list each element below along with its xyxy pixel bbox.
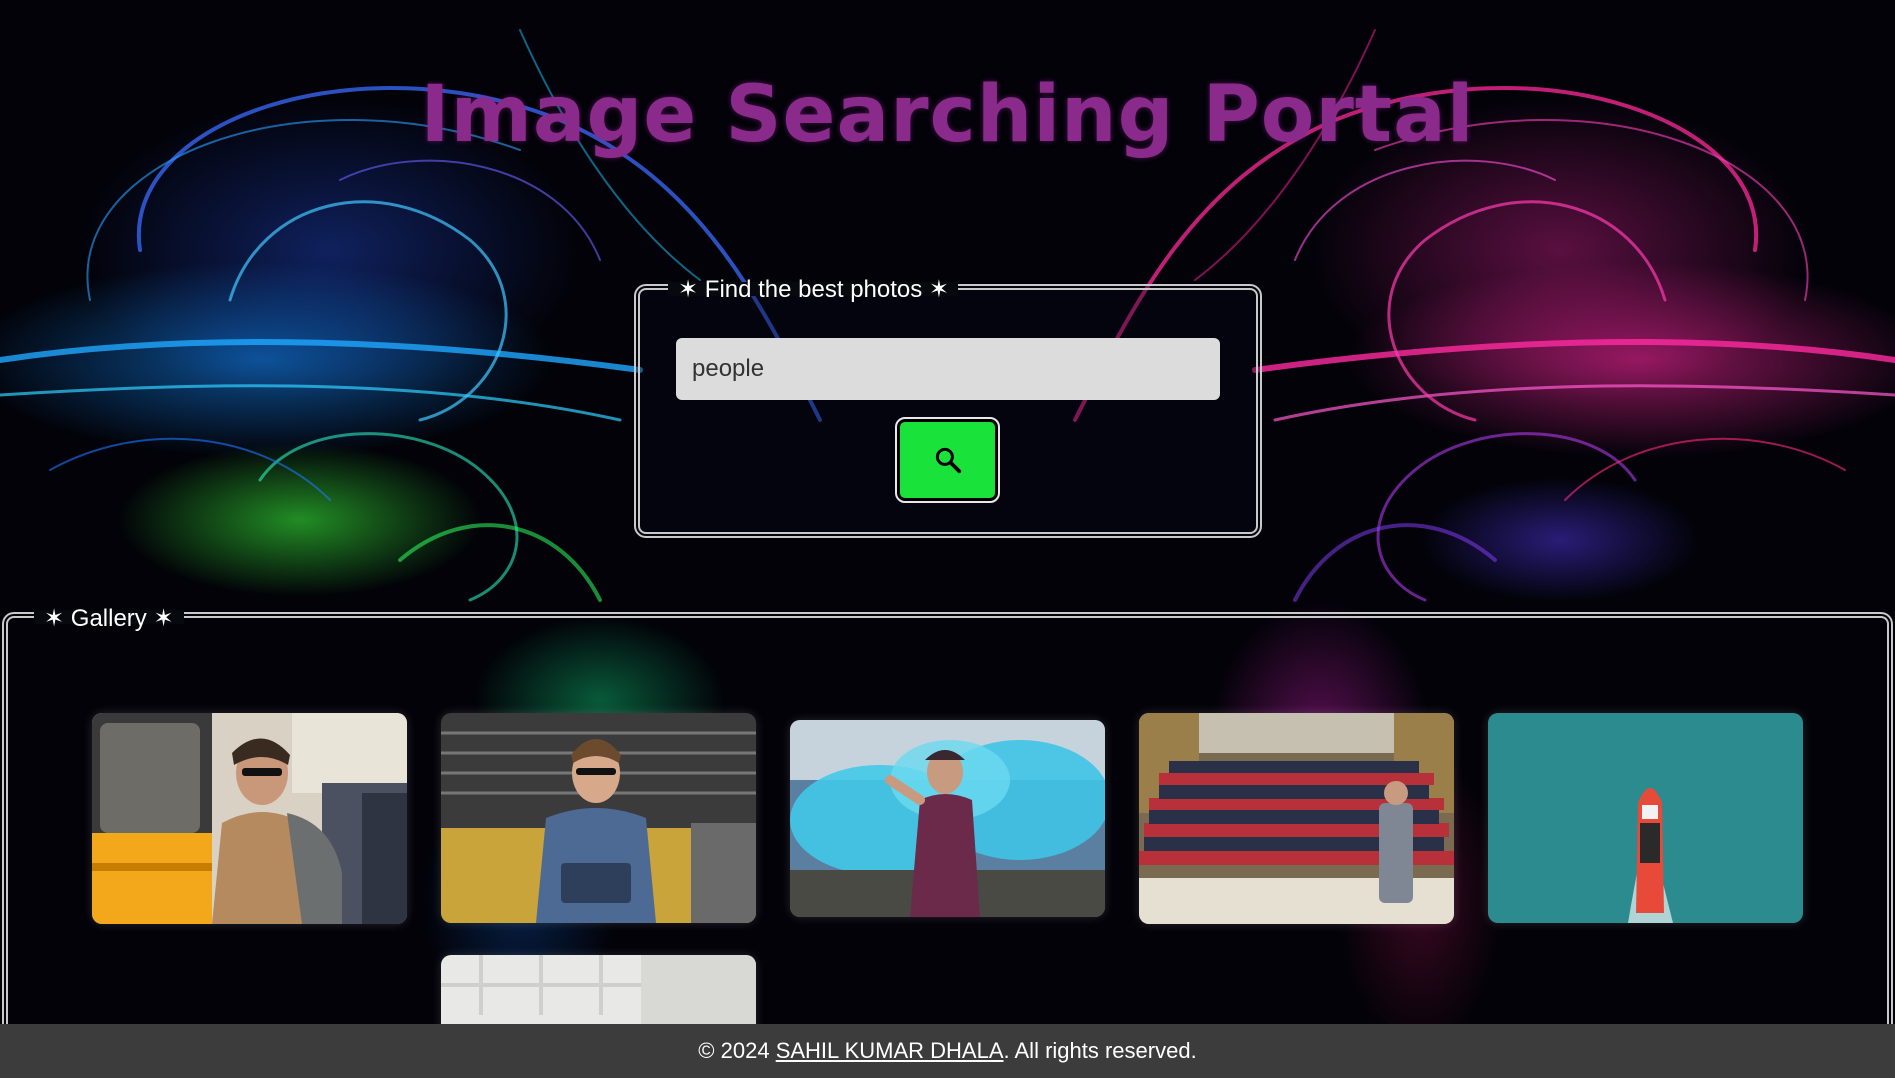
- search-legend: ✶ Find the best photos ✶: [678, 276, 950, 303]
- photo-boat-image: [1488, 713, 1803, 923]
- gallery-legend: ✶ Gallery ✶: [44, 605, 174, 632]
- search-input[interactable]: [676, 338, 1220, 400]
- footer: © 2024 SAHIL KUMAR DHALA. All rights res…: [0, 1024, 1895, 1078]
- gallery-photo-man-reading[interactable]: [441, 713, 756, 923]
- photo-lecture-hall-image: [1139, 713, 1454, 924]
- gallery-photo-boat[interactable]: [1488, 713, 1803, 923]
- footer-author-link[interactable]: SAHIL KUMAR DHALA: [776, 1038, 1004, 1063]
- photo-commuter-image: [92, 713, 407, 924]
- gallery-photo-blue-smoke[interactable]: [790, 720, 1105, 917]
- gallery-photo-lecture-hall[interactable]: [1139, 713, 1454, 924]
- search-icon: [935, 447, 961, 474]
- footer-suffix: . All rights reserved.: [1003, 1038, 1197, 1063]
- photo-man-reading-image: [441, 713, 756, 923]
- gallery-photo-commuter[interactable]: [92, 713, 407, 924]
- footer-prefix: © 2024: [698, 1038, 776, 1063]
- search-button[interactable]: [895, 417, 1000, 503]
- page-title: Image Searching Portal: [420, 70, 1475, 160]
- photo-blue-smoke-image: [790, 720, 1105, 917]
